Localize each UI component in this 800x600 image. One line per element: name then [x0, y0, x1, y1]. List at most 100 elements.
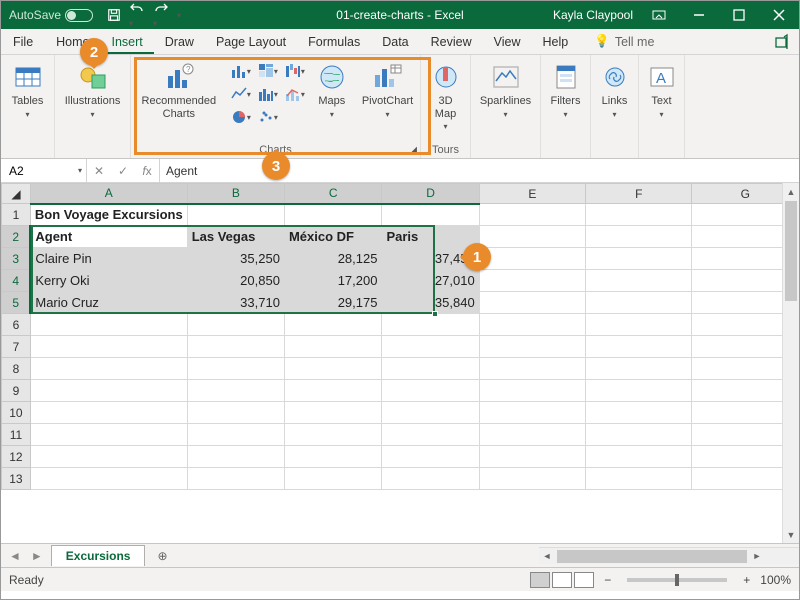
column-headers[interactable]: ◢ A B C D E F G: [2, 184, 799, 204]
row-header[interactable]: 2: [2, 226, 31, 248]
cell[interactable]: 35,840: [382, 292, 479, 314]
pivotchart-button[interactable]: PivotChart▾: [358, 59, 417, 119]
cell[interactable]: [586, 380, 692, 402]
cell[interactable]: [479, 248, 585, 270]
row-header[interactable]: 9: [2, 380, 31, 402]
cancel-formula-icon[interactable]: ✕: [87, 164, 111, 178]
cell[interactable]: 35,250: [187, 248, 284, 270]
cell[interactable]: [187, 336, 284, 358]
cell[interactable]: 20,850: [187, 270, 284, 292]
cell[interactable]: [382, 204, 479, 226]
scroll-thumb[interactable]: [557, 550, 747, 563]
sheet-nav[interactable]: ◄ ►: [1, 549, 51, 563]
cell[interactable]: 27,010: [382, 270, 479, 292]
sparklines-button[interactable]: Sparklines▾: [476, 59, 535, 119]
col-header[interactable]: E: [479, 184, 585, 204]
cell[interactable]: [479, 314, 585, 336]
cell[interactable]: [382, 314, 479, 336]
row-header[interactable]: 8: [2, 358, 31, 380]
links-button[interactable]: Links▾: [595, 59, 635, 119]
share-button[interactable]: [765, 28, 799, 54]
tab-draw[interactable]: Draw: [154, 30, 205, 54]
scroll-left-icon[interactable]: ◄: [539, 548, 555, 564]
maps-button[interactable]: Maps▾: [312, 59, 352, 119]
cell[interactable]: [586, 270, 692, 292]
cell[interactable]: [479, 380, 585, 402]
cell[interactable]: [30, 468, 187, 490]
filters-button[interactable]: Filters▾: [546, 59, 586, 119]
ribbon-options-icon[interactable]: [639, 1, 679, 29]
row-header[interactable]: 7: [2, 336, 31, 358]
row-header[interactable]: 1: [2, 204, 31, 226]
line-chart-button[interactable]: ▾: [230, 84, 252, 104]
row-header[interactable]: 11: [2, 424, 31, 446]
scroll-right-icon[interactable]: ►: [749, 548, 765, 564]
normal-view-icon[interactable]: [530, 572, 550, 588]
cell[interactable]: [479, 270, 585, 292]
tables-button[interactable]: Tables▾: [8, 59, 48, 119]
cell[interactable]: [479, 226, 585, 248]
fx-icon[interactable]: fx: [135, 164, 159, 178]
recommended-charts-button[interactable]: ? Recommended Charts: [134, 59, 224, 120]
cell[interactable]: Las Vegas: [187, 226, 284, 248]
cell[interactable]: Bon Voyage Excursions: [30, 204, 187, 226]
view-switcher[interactable]: [530, 572, 594, 588]
cell[interactable]: [586, 314, 692, 336]
cell[interactable]: [187, 424, 284, 446]
cell[interactable]: [284, 380, 382, 402]
row-header[interactable]: 12: [2, 446, 31, 468]
cell[interactable]: [382, 468, 479, 490]
page-layout-view-icon[interactable]: [552, 572, 572, 588]
cell[interactable]: [30, 314, 187, 336]
sheet-tab-active[interactable]: Excursions: [51, 545, 146, 566]
row-header[interactable]: 13: [2, 468, 31, 490]
statistic-chart-button[interactable]: ▾: [257, 84, 279, 104]
cell[interactable]: [586, 226, 692, 248]
save-icon[interactable]: [107, 8, 121, 22]
name-box[interactable]: A2 ▾: [1, 159, 87, 182]
col-header[interactable]: D: [382, 184, 479, 204]
cell[interactable]: [30, 358, 187, 380]
cell[interactable]: [284, 446, 382, 468]
redo-icon[interactable]: ▾: [153, 1, 169, 29]
cell[interactable]: [479, 336, 585, 358]
user-name[interactable]: Kayla Claypool: [547, 8, 639, 22]
cell[interactable]: [479, 468, 585, 490]
tab-data[interactable]: Data: [371, 30, 419, 54]
cell[interactable]: [382, 358, 479, 380]
cell[interactable]: [586, 292, 692, 314]
cell[interactable]: [284, 204, 382, 226]
zoom-slider[interactable]: [627, 578, 727, 582]
maximize-icon[interactable]: [719, 1, 759, 29]
scroll-down-icon[interactable]: ▼: [783, 526, 799, 543]
cell[interactable]: Paris: [382, 226, 479, 248]
cell[interactable]: Agent: [30, 226, 187, 248]
cell[interactable]: [284, 358, 382, 380]
cell[interactable]: [479, 358, 585, 380]
tell-me-search[interactable]: 💡 Tell me: [583, 29, 665, 54]
zoom-in-button[interactable]: +: [743, 573, 750, 587]
select-all-corner[interactable]: ◢: [2, 184, 31, 204]
cell[interactable]: [284, 468, 382, 490]
3d-map-button[interactable]: 3D Map▾: [426, 59, 466, 131]
tab-insert[interactable]: Insert: [101, 30, 154, 54]
hierarchy-chart-button[interactable]: ▾: [257, 61, 279, 81]
tab-view[interactable]: View: [483, 30, 532, 54]
row-header[interactable]: 3: [2, 248, 31, 270]
cell[interactable]: Claire Pin: [30, 248, 187, 270]
cell[interactable]: 29,175: [284, 292, 382, 314]
tab-help[interactable]: Help: [532, 30, 580, 54]
zoom-out-button[interactable]: −: [604, 573, 611, 587]
cell[interactable]: [284, 336, 382, 358]
cell[interactable]: [30, 336, 187, 358]
cell[interactable]: [586, 336, 692, 358]
cell[interactable]: Mario Cruz: [30, 292, 187, 314]
zoom-level[interactable]: 100%: [760, 573, 791, 587]
cell[interactable]: [479, 424, 585, 446]
row-header[interactable]: 6: [2, 314, 31, 336]
undo-icon[interactable]: ▾: [129, 1, 145, 29]
col-header[interactable]: F: [586, 184, 692, 204]
cell[interactable]: [382, 424, 479, 446]
cell[interactable]: [187, 446, 284, 468]
cell[interactable]: [187, 402, 284, 424]
